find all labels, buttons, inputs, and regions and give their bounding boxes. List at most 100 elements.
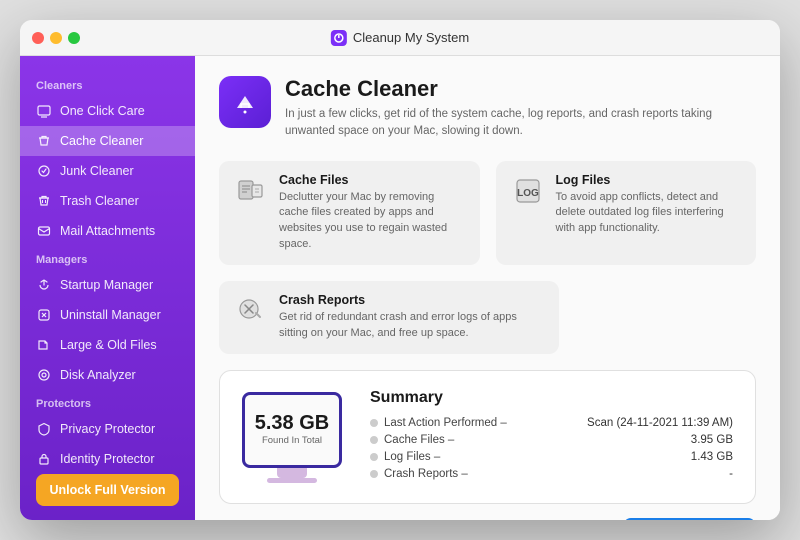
feature-cards: Cache Files Declutter your Mac by removi…: [219, 161, 756, 266]
summary-label-2: Log Files –: [384, 451, 440, 463]
unlock-full-version-button[interactable]: Unlock Full Version: [36, 474, 179, 506]
svg-text:LOG: LOG: [517, 188, 539, 199]
page-title: Cache Cleaner: [285, 76, 745, 102]
managers-section-label: Managers: [20, 246, 195, 270]
main-content: Cache Cleaner In just a few clicks, get …: [195, 56, 780, 520]
startup-manager-label: Startup Manager: [60, 278, 153, 292]
minimize-button[interactable]: [50, 32, 62, 44]
title-bar: Cleanup My System: [20, 20, 780, 56]
page-description: In just a few clicks, get rid of the sys…: [285, 106, 745, 141]
summary-row-2: Log Files – 1.43 GB: [370, 451, 733, 463]
disk-analyzer-label: Disk Analyzer: [60, 368, 136, 382]
summary-dot-1: [370, 436, 378, 444]
monitor-base: [267, 478, 317, 483]
disk-analyzer-icon: [36, 367, 52, 383]
monitor-screen: 5.38 GB Found In Total: [242, 392, 342, 468]
page-icon: [219, 76, 271, 128]
crash-reports-text: Crash Reports Get rid of redundant crash…: [279, 293, 545, 342]
summary-row-1: Cache Files – 3.95 GB: [370, 434, 733, 446]
large-old-files-label: Large & Old Files: [60, 338, 157, 352]
main-footer: Start Scan: [219, 518, 756, 520]
identity-protector-icon: [36, 451, 52, 467]
close-button[interactable]: [32, 32, 44, 44]
summary-dot-3: [370, 470, 378, 478]
privacy-protector-label: Privacy Protector: [60, 422, 155, 436]
sidebar-item-uninstall-manager[interactable]: Uninstall Manager: [20, 300, 195, 330]
log-files-description: To avoid app conflicts, detect and delet…: [556, 190, 743, 238]
content-area: Cleaners One Click Care Cache: [20, 56, 780, 520]
summary-value-3: -: [729, 468, 733, 480]
protectors-section-label: Protectors: [20, 390, 195, 414]
crash-reports-title: Crash Reports: [279, 293, 545, 307]
sidebar-item-disk-analyzer[interactable]: Disk Analyzer: [20, 360, 195, 390]
summary-row-0: Last Action Performed – Scan (24-11-2021…: [370, 417, 733, 429]
uninstall-manager-icon: [36, 307, 52, 323]
one-click-care-icon: [36, 103, 52, 119]
summary-value-1: 3.95 GB: [691, 434, 733, 446]
window-title-area: Cleanup My System: [331, 30, 469, 46]
window-title: Cleanup My System: [353, 30, 469, 45]
log-files-card: LOG Log Files To avoid app conflicts, de…: [496, 161, 757, 266]
startup-manager-icon: [36, 277, 52, 293]
sidebar-item-junk-cleaner[interactable]: Junk Cleaner: [20, 156, 195, 186]
summary-label-1: Cache Files –: [384, 434, 454, 446]
traffic-lights: [32, 32, 80, 44]
summary-value-2: 1.43 GB: [691, 451, 733, 463]
junk-cleaner-icon: [36, 163, 52, 179]
app-window: Cleanup My System Cleaners One Click Car…: [20, 20, 780, 520]
large-old-files-icon: [36, 337, 52, 353]
monitor-total-gb: 5.38 GB: [255, 412, 329, 435]
cache-cleaner-label: Cache Cleaner: [60, 134, 143, 148]
summary-box: 5.38 GB Found In Total Summary Last Acti…: [219, 370, 756, 504]
page-header: Cache Cleaner In just a few clicks, get …: [219, 76, 756, 141]
cache-files-card: Cache Files Declutter your Mac by removi…: [219, 161, 480, 266]
app-icon: [331, 30, 347, 46]
crash-reports-card: Crash Reports Get rid of redundant crash…: [219, 281, 559, 354]
trash-cleaner-label: Trash Cleaner: [60, 194, 139, 208]
monitor-found-label: Found In Total: [262, 435, 322, 447]
maximize-button[interactable]: [68, 32, 80, 44]
sidebar-item-mail-attachments[interactable]: Mail Attachments: [20, 216, 195, 246]
uninstall-manager-label: Uninstall Manager: [60, 308, 161, 322]
cleaners-section-label: Cleaners: [20, 72, 195, 96]
summary-monitor: 5.38 GB Found In Total: [242, 392, 342, 483]
summary-label-3: Crash Reports –: [384, 468, 468, 480]
summary-details: Summary Last Action Performed – Scan (24…: [370, 389, 733, 485]
cache-files-text: Cache Files Declutter your Mac by removi…: [279, 173, 466, 254]
sidebar-item-one-click-care[interactable]: One Click Care: [20, 96, 195, 126]
crash-reports-icon: [233, 293, 269, 329]
one-click-care-label: One Click Care: [60, 104, 145, 118]
cache-files-title: Cache Files: [279, 173, 466, 187]
page-header-text: Cache Cleaner In just a few clicks, get …: [285, 76, 745, 141]
start-scan-button[interactable]: Start Scan: [623, 518, 756, 520]
trash-cleaner-icon: [36, 193, 52, 209]
summary-dot-0: [370, 419, 378, 427]
mail-attachments-icon: [36, 223, 52, 239]
summary-title: Summary: [370, 389, 733, 407]
sidebar-item-identity-protector[interactable]: Identity Protector: [20, 444, 195, 474]
cache-cleaner-icon: [36, 133, 52, 149]
mail-attachments-label: Mail Attachments: [60, 224, 155, 238]
summary-row-3: Crash Reports – -: [370, 468, 733, 480]
monitor-stand: [277, 468, 307, 478]
sidebar-item-large-old-files[interactable]: Large & Old Files: [20, 330, 195, 360]
sidebar-item-cache-cleaner[interactable]: Cache Cleaner: [20, 126, 195, 156]
sidebar-item-trash-cleaner[interactable]: Trash Cleaner: [20, 186, 195, 216]
crash-reports-row: Crash Reports Get rid of redundant crash…: [219, 281, 756, 354]
sidebar-item-startup-manager[interactable]: Startup Manager: [20, 270, 195, 300]
sidebar: Cleaners One Click Care Cache: [20, 56, 195, 520]
summary-value-0: Scan (24-11-2021 11:39 AM): [587, 417, 733, 429]
sidebar-item-privacy-protector[interactable]: Privacy Protector: [20, 414, 195, 444]
junk-cleaner-label: Junk Cleaner: [60, 164, 134, 178]
summary-dot-2: [370, 453, 378, 461]
privacy-protector-icon: [36, 421, 52, 437]
crash-reports-description: Get rid of redundant crash and error log…: [279, 310, 545, 342]
log-files-icon: LOG: [510, 173, 546, 209]
log-files-title: Log Files: [556, 173, 743, 187]
cache-files-description: Declutter your Mac by removing cache fil…: [279, 190, 466, 254]
sidebar-bottom: Unlock Full Version: [20, 474, 195, 514]
summary-label-0: Last Action Performed –: [384, 417, 507, 429]
log-files-text: Log Files To avoid app conflicts, detect…: [556, 173, 743, 238]
cache-files-icon: [233, 173, 269, 209]
identity-protector-label: Identity Protector: [60, 452, 155, 466]
